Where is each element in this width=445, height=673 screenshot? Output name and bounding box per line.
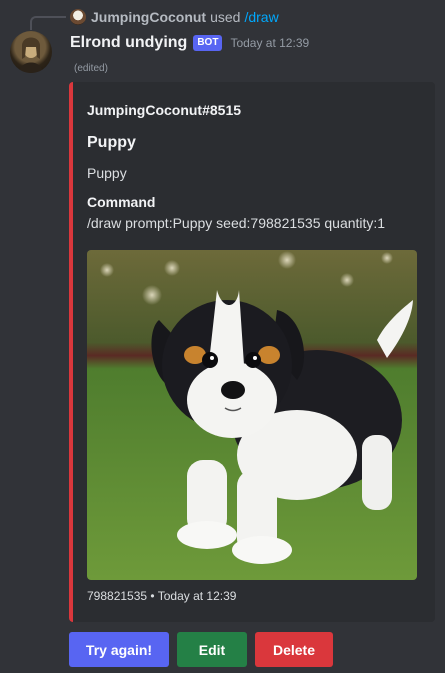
- bot-badge: BOT: [193, 35, 223, 51]
- embed-card: JumpingCoconut#8515 Puppy Puppy Command …: [69, 82, 435, 622]
- bot-avatar[interactable]: [10, 31, 52, 73]
- reply-reference[interactable]: JumpingCoconut used /draw: [70, 8, 279, 26]
- action-row: Try again! Edit Delete: [69, 632, 333, 667]
- portrait-image: [19, 37, 43, 73]
- edited-label: (edited): [74, 63, 108, 74]
- message-timestamp[interactable]: Today at 12:39: [230, 36, 309, 50]
- edit-button[interactable]: Edit: [177, 632, 247, 667]
- embed-field-name: Command: [87, 194, 156, 210]
- reply-used-text: used: [210, 9, 241, 25]
- generated-puppy-image[interactable]: [87, 250, 417, 580]
- reply-user-avatar: [70, 9, 86, 25]
- embed-author: JumpingCoconut#8515: [87, 102, 242, 118]
- message-header: Elrond undying BOT Today at 12:39: [70, 32, 309, 54]
- reply-username[interactable]: JumpingCoconut: [91, 9, 206, 25]
- reply-command-link[interactable]: /draw: [244, 9, 278, 25]
- puppy-illustration: [87, 250, 417, 580]
- embed-field-value: /draw prompt:Puppy seed:798821535 quanti…: [87, 215, 386, 231]
- embed-title: Puppy: [87, 134, 136, 151]
- bot-username[interactable]: Elrond undying: [70, 34, 187, 52]
- reply-connector: [30, 16, 66, 30]
- try-again-button[interactable]: Try again!: [69, 632, 169, 667]
- delete-button[interactable]: Delete: [255, 632, 333, 667]
- embed-footer: 798821535 • Today at 12:39: [87, 589, 237, 603]
- embed-description: Puppy: [87, 165, 127, 181]
